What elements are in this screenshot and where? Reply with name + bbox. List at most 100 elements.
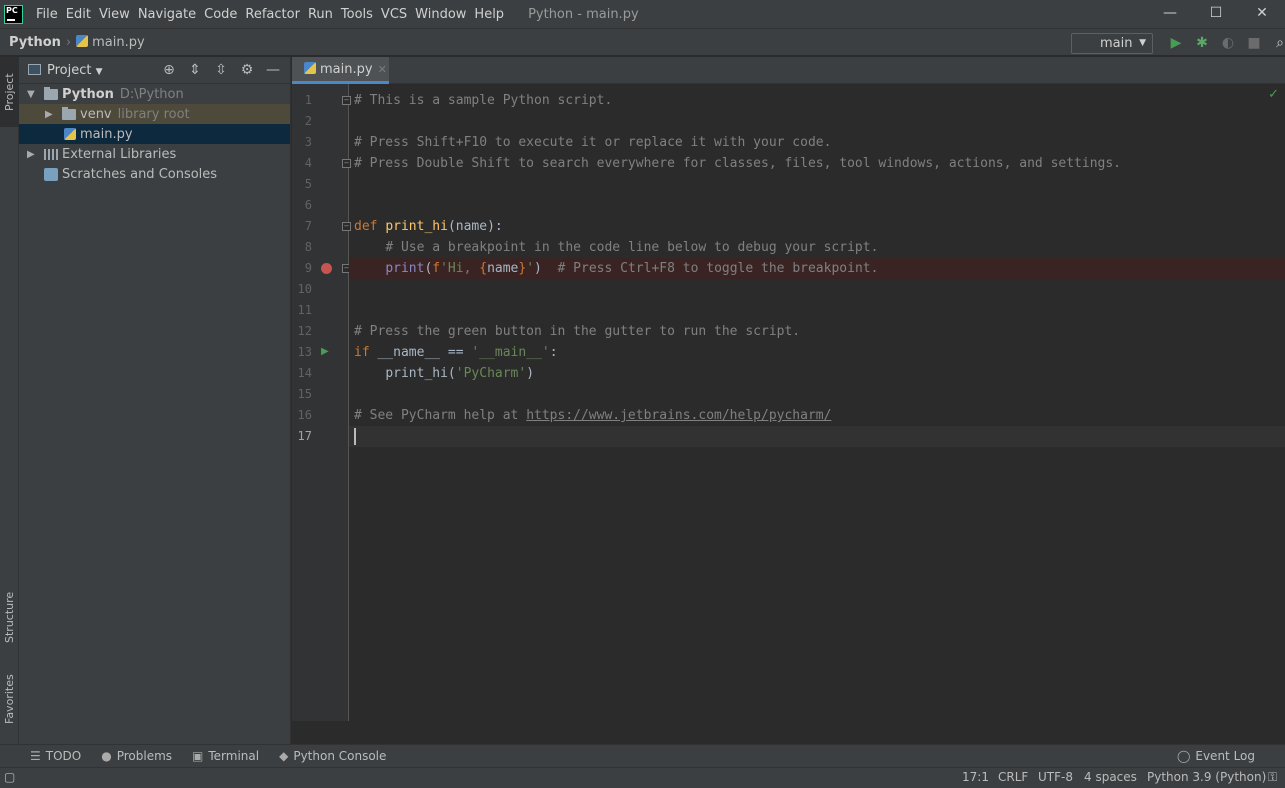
menu-file[interactable]: File: [32, 7, 62, 22]
tree-item-path: D:\Python: [119, 86, 184, 102]
code-line[interactable]: [349, 174, 1285, 195]
line-number[interactable]: 2: [292, 111, 312, 132]
event-log-icon: ◯: [1176, 749, 1191, 763]
code-line[interactable]: # Use a breakpoint in the code line belo…: [349, 237, 1285, 258]
code-line[interactable]: [349, 426, 1285, 447]
code-line[interactable]: [349, 111, 1285, 132]
maximize-icon[interactable]: ☐: [1193, 0, 1239, 28]
chevron-down-icon[interactable]: ▼: [27, 89, 35, 100]
code-line[interactable]: [349, 300, 1285, 321]
tab-main-py[interactable]: main.py ✕: [292, 57, 389, 84]
breadcrumb-file[interactable]: main.py: [76, 34, 145, 50]
tab-problems[interactable]: ● Problems: [101, 749, 172, 763]
code-line[interactable]: # See PyCharm help at https://www.jetbra…: [349, 405, 1285, 426]
chevron-right-icon[interactable]: ▶: [27, 149, 35, 160]
tab-todo-label: TODO: [45, 749, 82, 763]
breakpoint-icon[interactable]: [321, 263, 332, 274]
line-number[interactable]: 8: [292, 237, 312, 258]
chevron-right-icon[interactable]: ▶: [45, 109, 53, 120]
line-number[interactable]: 5: [292, 174, 312, 195]
code-line[interactable]: if __name__ == '__main__':: [349, 342, 1285, 363]
close-icon[interactable]: ✕: [378, 63, 387, 76]
run-gutter-icon[interactable]: ▶: [321, 346, 329, 357]
menu-refactor[interactable]: Refactor: [241, 7, 304, 22]
lock-icon[interactable]: ⚿: [1268, 770, 1277, 785]
line-number[interactable]: 7: [292, 216, 312, 237]
minimize-icon[interactable]: —: [1147, 0, 1193, 28]
code-line[interactable]: # Press the green button in the gutter t…: [349, 321, 1285, 342]
side-tab-structure[interactable]: Structure: [0, 577, 19, 657]
code-line[interactable]: def print_hi(name):: [349, 216, 1285, 237]
file-encoding[interactable]: UTF-8: [1038, 770, 1073, 784]
interpreter-selector[interactable]: Python 3.9 (Python): [1147, 770, 1266, 784]
menu-tools[interactable]: Tools: [337, 7, 377, 22]
library-icon: [44, 148, 58, 160]
code-line[interactable]: [349, 384, 1285, 405]
line-number[interactable]: 10: [292, 279, 312, 300]
locate-icon[interactable]: ⊕: [156, 57, 182, 83]
breadcrumb-project[interactable]: Python: [9, 35, 61, 50]
menu-code[interactable]: Code: [200, 7, 241, 22]
event-log-label: Event Log: [1195, 749, 1255, 763]
run-configuration-select[interactable]: main ▼: [1071, 33, 1153, 54]
project-view-select[interactable]: Project ▼: [47, 63, 103, 78]
coverage-icon[interactable]: ◐: [1215, 33, 1241, 53]
code-line[interactable]: print(f'Hi, {name}') # Press Ctrl+F8 to …: [349, 258, 1285, 279]
code-line[interactable]: [349, 195, 1285, 216]
editor-gutter[interactable]: 1−2 3 4−5 6 7−8 9−10 11 12 13 ▶ 14 15 16 17: [292, 84, 351, 721]
line-number[interactable]: 11: [292, 300, 312, 321]
tab-todo[interactable]: ☰ TODO: [30, 749, 81, 763]
tab-terminal[interactable]: ▣ Terminal: [192, 749, 259, 763]
tree-item-main-py[interactable]: main.py: [19, 124, 290, 144]
line-number[interactable]: 9: [292, 258, 312, 279]
line-number[interactable]: 13: [292, 342, 312, 363]
code-line[interactable]: [349, 279, 1285, 300]
menu-edit[interactable]: Edit: [62, 7, 95, 22]
menu-run[interactable]: Run: [304, 7, 337, 22]
line-separator[interactable]: CRLF: [998, 770, 1028, 784]
tab-python-console[interactable]: ◆ Python Console: [279, 749, 386, 763]
line-number[interactable]: 3: [292, 132, 312, 153]
menu-navigate[interactable]: Navigate: [134, 7, 200, 22]
menu-window[interactable]: Window: [411, 7, 470, 22]
caret-position[interactable]: 17:1: [962, 770, 989, 784]
line-number[interactable]: 6: [292, 195, 312, 216]
tree-item-project-root[interactable]: ▼ Python D:\Python: [19, 84, 290, 104]
indent-setting[interactable]: 4 spaces: [1084, 770, 1137, 784]
line-number[interactable]: 17: [292, 426, 312, 447]
side-tab-favorites[interactable]: Favorites: [0, 662, 19, 737]
tree-item-external-libraries[interactable]: ▶ External Libraries: [19, 144, 290, 164]
run-icon[interactable]: ▶: [1163, 33, 1189, 53]
code-line[interactable]: print_hi('PyCharm'): [349, 363, 1285, 384]
line-number[interactable]: 15: [292, 384, 312, 405]
stop-icon[interactable]: ■: [1241, 33, 1267, 53]
tree-item-label: venv: [80, 106, 112, 122]
tree-item-scratches[interactable]: Scratches and Consoles: [19, 164, 290, 184]
collapse-all-icon[interactable]: ⇳: [208, 57, 234, 83]
toggle-tool-windows-icon[interactable]: ▢: [4, 770, 15, 784]
line-number[interactable]: 4: [292, 153, 312, 174]
event-log-button[interactable]: ◯ Event Log: [1177, 749, 1255, 763]
menu-help[interactable]: Help: [470, 7, 508, 22]
line-number[interactable]: 1: [292, 90, 312, 111]
code-line[interactable]: # Press Shift+F10 to execute it or repla…: [349, 132, 1285, 153]
code-area[interactable]: # This is a sample Python script. # Press…: [349, 84, 1285, 721]
tree-item-venv[interactable]: ▶ venv library root: [19, 104, 290, 124]
line-number[interactable]: 12: [292, 321, 312, 342]
expand-all-icon[interactable]: ⇕: [182, 57, 208, 83]
python-file-icon: [76, 34, 89, 47]
side-tab-project[interactable]: Project: [0, 57, 19, 127]
debug-icon[interactable]: ✱: [1189, 33, 1215, 53]
menu-vcs[interactable]: VCS: [377, 7, 411, 22]
line-number[interactable]: 14: [292, 363, 312, 384]
menu-view[interactable]: View: [95, 7, 134, 22]
hide-icon[interactable]: —: [260, 57, 286, 83]
tree-item-note: library root: [117, 106, 190, 122]
search-icon[interactable]: ⌕: [1267, 33, 1285, 53]
code-line[interactable]: # Press Double Shift to search everywher…: [349, 153, 1285, 174]
code-line[interactable]: # This is a sample Python script.: [349, 90, 1285, 111]
line-number[interactable]: 16: [292, 405, 312, 426]
gear-icon[interactable]: ⚙: [234, 57, 260, 83]
no-problems-check-icon[interactable]: ✓: [1268, 87, 1279, 102]
close-icon[interactable]: ✕: [1239, 0, 1285, 28]
